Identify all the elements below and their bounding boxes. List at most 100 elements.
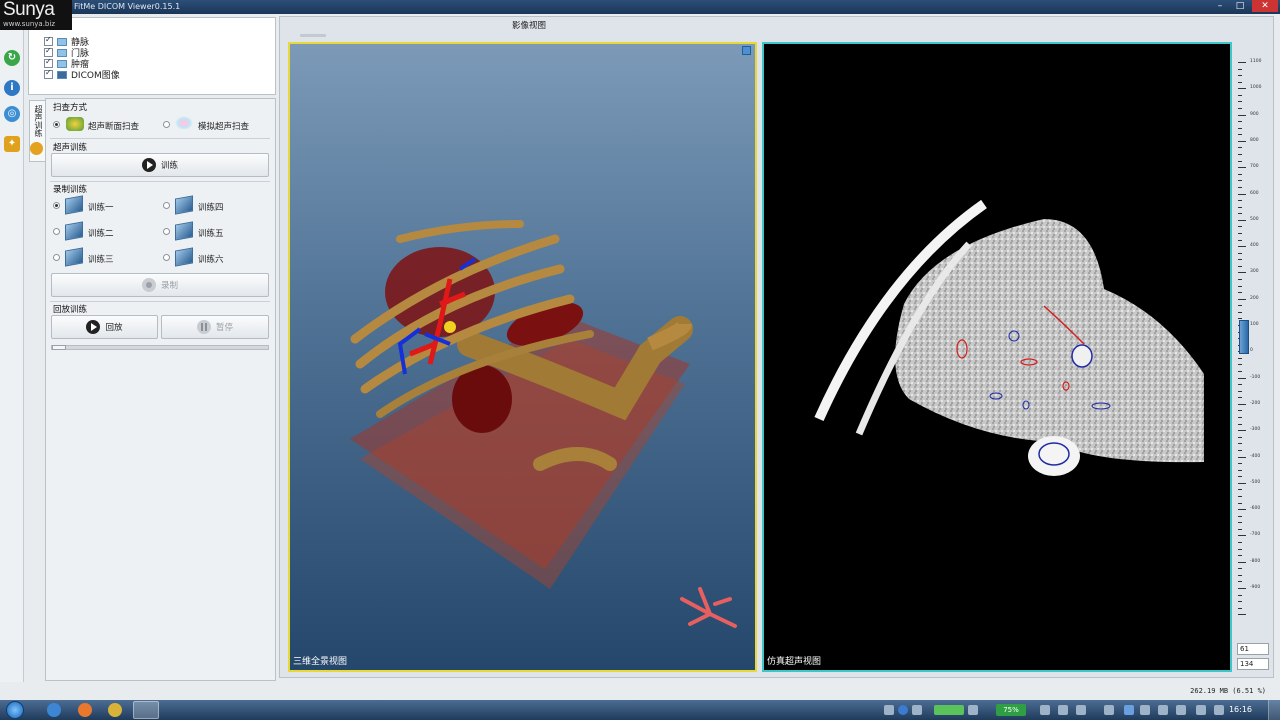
training-icon[interactable] bbox=[30, 142, 43, 155]
ruler-tick bbox=[1238, 541, 1242, 543]
network-activity-icon[interactable] bbox=[934, 705, 964, 715]
ruler-tick bbox=[1238, 88, 1246, 90]
playback-button-label: 回放 bbox=[105, 323, 123, 333]
ruler-tick bbox=[1238, 509, 1246, 511]
training-6-label: 训练六 bbox=[198, 255, 224, 265]
section-scan-icon bbox=[66, 117, 84, 131]
ultrasound-slice-render bbox=[814, 199, 1204, 476]
tray-icon[interactable] bbox=[1076, 705, 1086, 715]
ruler-tick bbox=[1238, 594, 1242, 596]
keyboard-icon[interactable] bbox=[1214, 705, 1224, 715]
ruler-tick bbox=[1238, 298, 1246, 300]
info-icon[interactable]: i bbox=[4, 80, 20, 96]
tray-icon[interactable] bbox=[1140, 705, 1150, 715]
ruler-value-bottom[interactable]: 134 bbox=[1237, 658, 1269, 670]
close-button[interactable]: ✕ bbox=[1252, 0, 1278, 12]
radio-training-5[interactable] bbox=[163, 228, 170, 235]
watermark-site: www.sunya.biz bbox=[3, 20, 55, 28]
volume-icon[interactable] bbox=[1176, 705, 1186, 715]
ultrasound-probe-icon bbox=[175, 247, 193, 267]
clock[interactable]: 16:16 bbox=[1229, 705, 1252, 714]
ruler-label: -100 bbox=[1250, 374, 1261, 380]
ruler-tick bbox=[1238, 213, 1242, 215]
checkbox[interactable] bbox=[44, 57, 53, 68]
bluetooth-icon[interactable] bbox=[1124, 705, 1134, 715]
help-icon[interactable] bbox=[898, 705, 908, 715]
show-desktop-button[interactable] bbox=[1268, 700, 1280, 720]
ruler-tick bbox=[1238, 68, 1242, 70]
pause-button[interactable]: 暂停 bbox=[161, 315, 269, 339]
ruler-tick bbox=[1238, 581, 1242, 583]
ie-icon[interactable] bbox=[47, 703, 61, 717]
ruler-tick bbox=[1238, 311, 1242, 313]
firefox-icon[interactable] bbox=[78, 703, 92, 717]
radio-training-2[interactable] bbox=[53, 228, 60, 235]
ruler-tick bbox=[1238, 134, 1242, 136]
ruler-label: 800 bbox=[1250, 137, 1259, 143]
radio-training-1[interactable] bbox=[53, 202, 60, 209]
maximize-button[interactable]: □ bbox=[1230, 0, 1250, 12]
start-button[interactable] bbox=[6, 701, 24, 719]
ruler-tick bbox=[1238, 390, 1242, 392]
ruler-tick bbox=[1238, 476, 1242, 478]
battery-indicator[interactable]: 75% bbox=[996, 704, 1026, 716]
simulated-ultrasound-view[interactable]: 仿真超声视图 bbox=[762, 42, 1232, 672]
ruler-tick bbox=[1238, 75, 1242, 77]
radio-training-6[interactable] bbox=[163, 254, 170, 261]
flag-icon[interactable] bbox=[1158, 705, 1168, 715]
ruler-tick bbox=[1238, 206, 1242, 208]
playback-button[interactable]: 回放 bbox=[51, 315, 158, 339]
signal-icon[interactable] bbox=[968, 705, 978, 715]
checkbox[interactable] bbox=[44, 68, 53, 79]
playback-slider[interactable] bbox=[51, 345, 269, 350]
ruler-tick bbox=[1238, 154, 1242, 156]
3d-anatomy-render bbox=[350, 220, 737, 628]
ultrasound-probe-icon bbox=[175, 195, 193, 215]
gallbladder-echo bbox=[1028, 436, 1080, 476]
display-icon[interactable] bbox=[1196, 705, 1206, 715]
ultrasound-probe-icon bbox=[65, 195, 83, 215]
play-icon bbox=[141, 158, 156, 172]
ruler-tick bbox=[1238, 403, 1246, 405]
record-button[interactable]: 录制 bbox=[51, 273, 269, 297]
radio-training-4[interactable] bbox=[163, 202, 170, 209]
view-grip[interactable] bbox=[300, 34, 326, 37]
pause-icon bbox=[196, 320, 211, 334]
ruler-value-top[interactable]: 61 bbox=[1237, 643, 1269, 655]
ultrasound-probe-icon bbox=[65, 221, 83, 241]
radio-simulated-scan[interactable] bbox=[163, 121, 170, 128]
taskbar-app-dicom-viewer[interactable] bbox=[133, 701, 159, 719]
slider-thumb[interactable] bbox=[52, 345, 66, 350]
ruler-tick bbox=[1238, 384, 1242, 386]
memory-usage: 262.19 MB (6.51 %) bbox=[1190, 687, 1266, 695]
person-icon[interactable]: ✦ bbox=[4, 136, 20, 152]
ruler-tick bbox=[1238, 555, 1242, 557]
layer-item-dicom[interactable]: DICOM图像 bbox=[44, 68, 120, 81]
divider bbox=[50, 301, 270, 302]
checkbox[interactable] bbox=[44, 35, 53, 46]
ruler-tick bbox=[1238, 101, 1242, 103]
tray-icon[interactable] bbox=[1058, 705, 1068, 715]
3d-panorama-view[interactable]: 三维全景视图 bbox=[288, 42, 757, 672]
chrome-icon[interactable] bbox=[108, 703, 122, 717]
ruler-tick bbox=[1238, 423, 1242, 425]
ruler-tick bbox=[1238, 200, 1242, 202]
ruler-slider-handle[interactable] bbox=[1239, 320, 1249, 354]
radio-training-3[interactable] bbox=[53, 254, 60, 261]
tray-icon[interactable] bbox=[884, 705, 894, 715]
maximize-view-button[interactable] bbox=[742, 46, 751, 55]
tray-icon[interactable] bbox=[912, 705, 922, 715]
refresh-icon[interactable]: ↻ bbox=[4, 50, 20, 66]
tray-icon[interactable] bbox=[1040, 705, 1050, 715]
train-button[interactable]: 训练 bbox=[51, 153, 269, 177]
minimize-button[interactable]: – bbox=[1210, 0, 1230, 12]
ruler-tick bbox=[1238, 62, 1246, 63]
radio-section-scan[interactable] bbox=[53, 121, 60, 128]
checkbox[interactable] bbox=[44, 46, 53, 57]
pause-button-label: 暂停 bbox=[215, 323, 233, 333]
network-icon[interactable]: ◎ bbox=[4, 106, 20, 122]
tray-icon[interactable] bbox=[1104, 705, 1114, 715]
image-view-title: 影像视图 bbox=[511, 21, 546, 31]
ultrasound-probe-icon bbox=[65, 247, 83, 267]
play-icon bbox=[86, 320, 101, 334]
